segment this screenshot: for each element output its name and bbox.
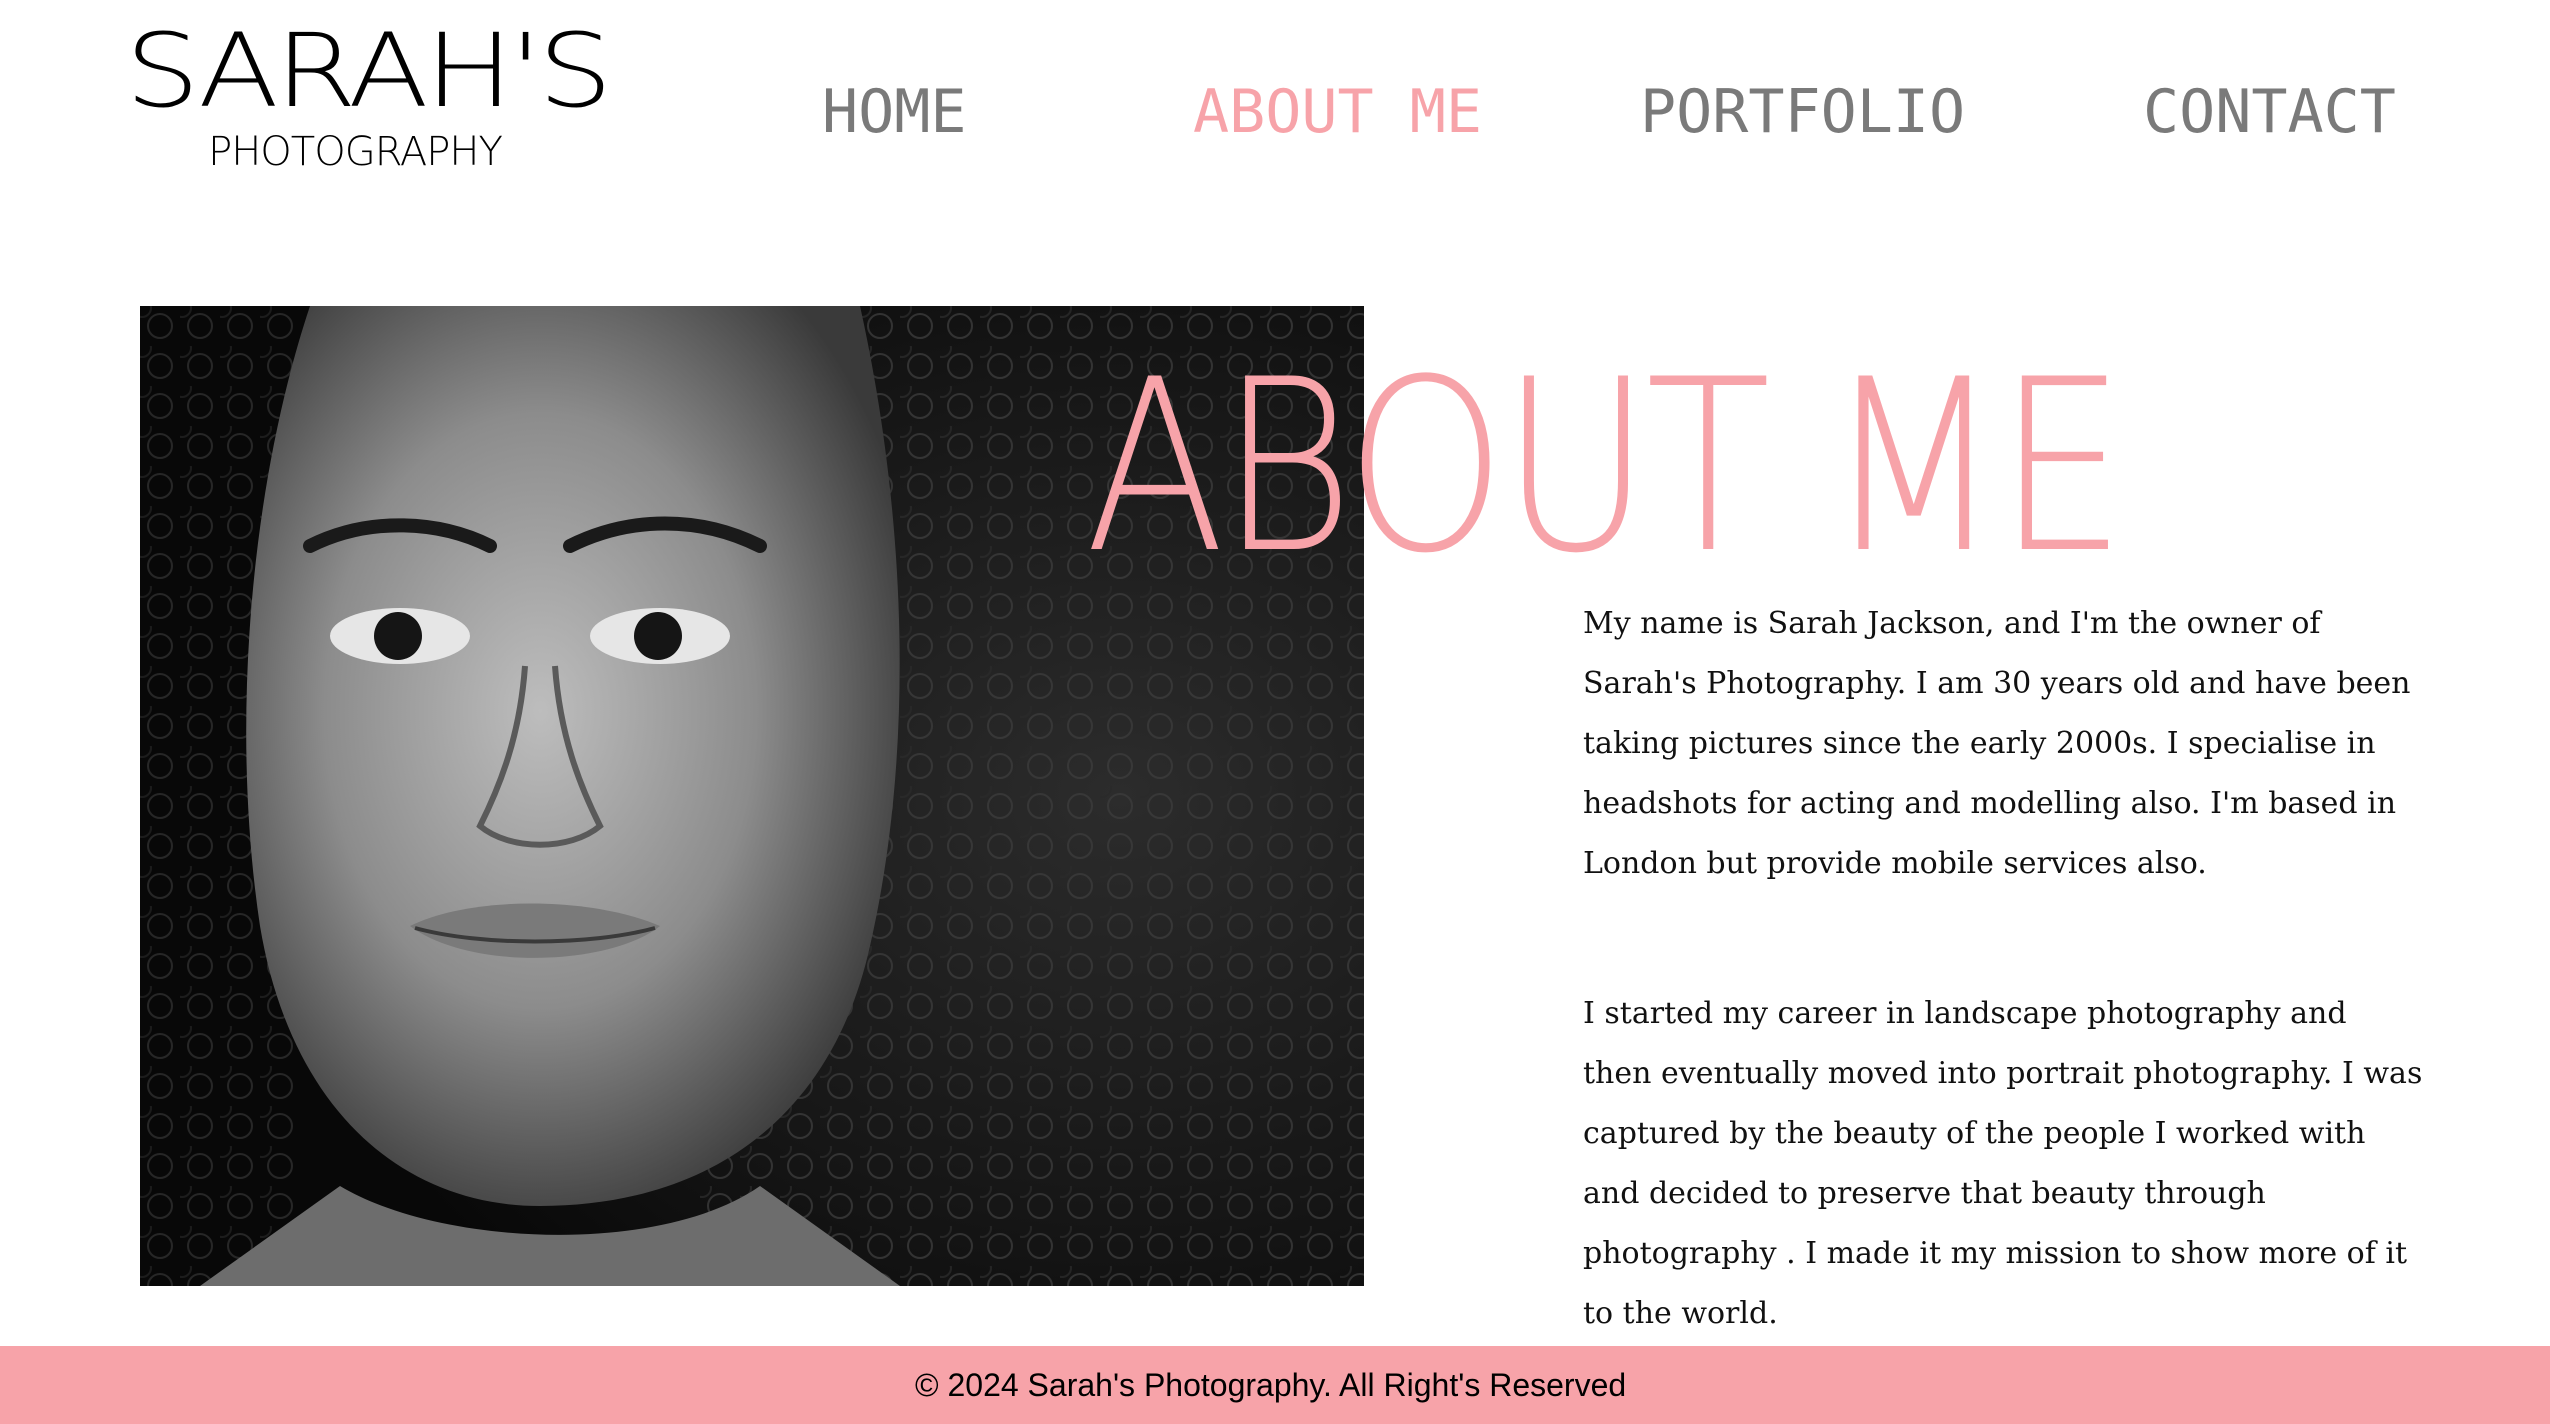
nav-portfolio-link[interactable]: PORTFOLIO bbox=[1640, 76, 1965, 148]
nav-home-link[interactable]: HOME bbox=[822, 76, 967, 148]
logo-tagline: PHOTOGRAPHY bbox=[208, 129, 503, 175]
nav-about-link[interactable]: ABOUT ME bbox=[1193, 76, 1482, 148]
site-logo[interactable]: SARAH'S PHOTOGRAPHY bbox=[125, 11, 613, 180]
bio-paragraph: My name is Sarah Jackson, and I'm the ow… bbox=[1583, 606, 2411, 881]
copyright-text: © 2024 Sarah's Photography. All Right's … bbox=[915, 1367, 1627, 1403]
site-footer: © 2024 Sarah's Photography. All Right's … bbox=[0, 1346, 2550, 1424]
logo-wordmark: SARAH'S bbox=[125, 11, 613, 131]
about-heading: ABOUT ME bbox=[1085, 329, 2126, 606]
nav-contact-link[interactable]: CONTACT bbox=[2143, 76, 2396, 148]
about-page: SARAH'S PHOTOGRAPHY HOME ABOUT ME PORTFO… bbox=[0, 0, 2550, 1424]
bio-paragraph: I started my career in landscape photogr… bbox=[1583, 996, 2423, 1331]
